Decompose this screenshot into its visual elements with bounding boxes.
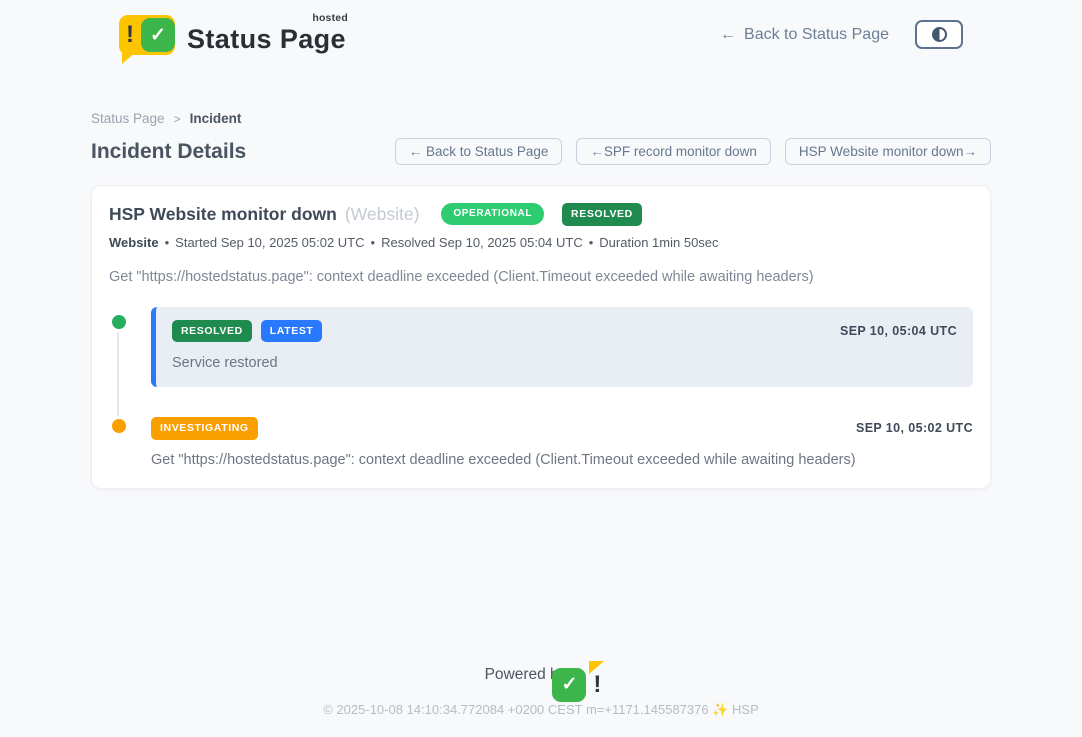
header: ! ✓ Status Page hosted ← Back to Status … <box>0 0 1082 55</box>
meta-started: Started Sep 10, 2025 05:02 UTC <box>175 235 364 250</box>
incident-timeline: RESOLVED LATEST SEP 10, 05:04 UTC Servic… <box>109 307 973 468</box>
incident-card: HSP Website monitor down (Website) OPERA… <box>91 185 991 489</box>
previous-incident-button[interactable]: ←SPF record monitor down <box>576 138 771 165</box>
meta-bullet: • <box>371 235 376 250</box>
timeline-dot-orange <box>109 416 129 436</box>
meta-duration: Duration 1min 50sec <box>599 235 718 250</box>
latest-badge: LATEST <box>261 320 323 343</box>
update-status-badge: RESOLVED <box>172 320 252 343</box>
logo-exclamation-glyph: ! <box>126 21 134 49</box>
status-page-logo-icon: ! ✓ <box>119 15 175 55</box>
logo-check-square: ✓ <box>141 18 175 52</box>
meta-bullet: • <box>165 235 170 250</box>
meta-component-name: Website <box>109 235 159 250</box>
logo-check-icon: ✓ <box>150 26 166 45</box>
update-timestamp: SEP 10, 05:02 UTC <box>856 421 973 435</box>
logo-wordmark: Status Page hosted <box>187 14 346 55</box>
incident-description: Get "https://hostedstatus.page": context… <box>109 269 973 285</box>
logo-text: Status Page <box>187 24 346 54</box>
app-logo[interactable]: ! ✓ Status Page hosted <box>119 14 346 55</box>
investigating-badge: INVESTIGATING <box>151 417 258 440</box>
breadcrumb-status-page[interactable]: Status Page <box>91 111 165 126</box>
update-message: Service restored <box>172 355 957 371</box>
half-circle-contrast-icon <box>932 27 947 42</box>
breadcrumb: Status Page > Incident <box>91 111 991 126</box>
timeline-item-resolved: RESOLVED LATEST SEP 10, 05:04 UTC Servic… <box>151 307 973 388</box>
resolved-status-badge: RESOLVED <box>562 203 642 226</box>
incident-component: (Website) <box>345 204 420 225</box>
update-timestamp: SEP 10, 05:04 UTC <box>840 324 957 338</box>
breadcrumb-incident: Incident <box>190 111 242 126</box>
back-to-status-page-button[interactable]: ← Back to Status Page <box>395 138 563 165</box>
timeline-dot-green <box>109 312 129 332</box>
theme-toggle-button[interactable] <box>915 20 963 49</box>
next-incident-button[interactable]: HSP Website monitor down→ <box>785 138 991 165</box>
footer: Powered by ! ✓ © 2025-10-08 14:10:34.772… <box>91 665 991 718</box>
meta-resolved: Resolved Sep 10, 2025 05:04 UTC <box>381 235 583 250</box>
copyright-text: © 2025-10-08 14:10:34.772084 +0200 CEST … <box>91 702 991 718</box>
powered-by-link[interactable]: Powered by ! ✓ <box>485 665 598 685</box>
incident-meta: Website • Started Sep 10, 2025 05:02 UTC… <box>109 235 973 250</box>
header-back-to-status-page-link[interactable]: ← Back to Status Page <box>720 26 889 44</box>
back-arrow-icon: ← <box>720 26 736 44</box>
incident-title: HSP Website monitor down <box>109 204 337 225</box>
timeline-item-investigating: INVESTIGATING SEP 10, 05:02 UTC Get "htt… <box>151 417 973 468</box>
back-link-label: Back to Status Page <box>744 26 889 44</box>
breadcrumb-separator: > <box>174 112 181 126</box>
meta-bullet: • <box>589 235 594 250</box>
footer-logo-icon: ! ✓ <box>575 665 597 685</box>
update-message: Get "https://hostedstatus.page": context… <box>151 452 973 468</box>
logo-superscript: hosted <box>312 12 348 24</box>
incident-nav-buttons: ← Back to Status Page ←SPF record monito… <box>395 138 991 165</box>
page-title: Incident Details <box>91 140 246 164</box>
latest-update-box: RESOLVED LATEST SEP 10, 05:04 UTC Servic… <box>151 307 973 388</box>
operational-status-badge: OPERATIONAL <box>441 203 544 225</box>
